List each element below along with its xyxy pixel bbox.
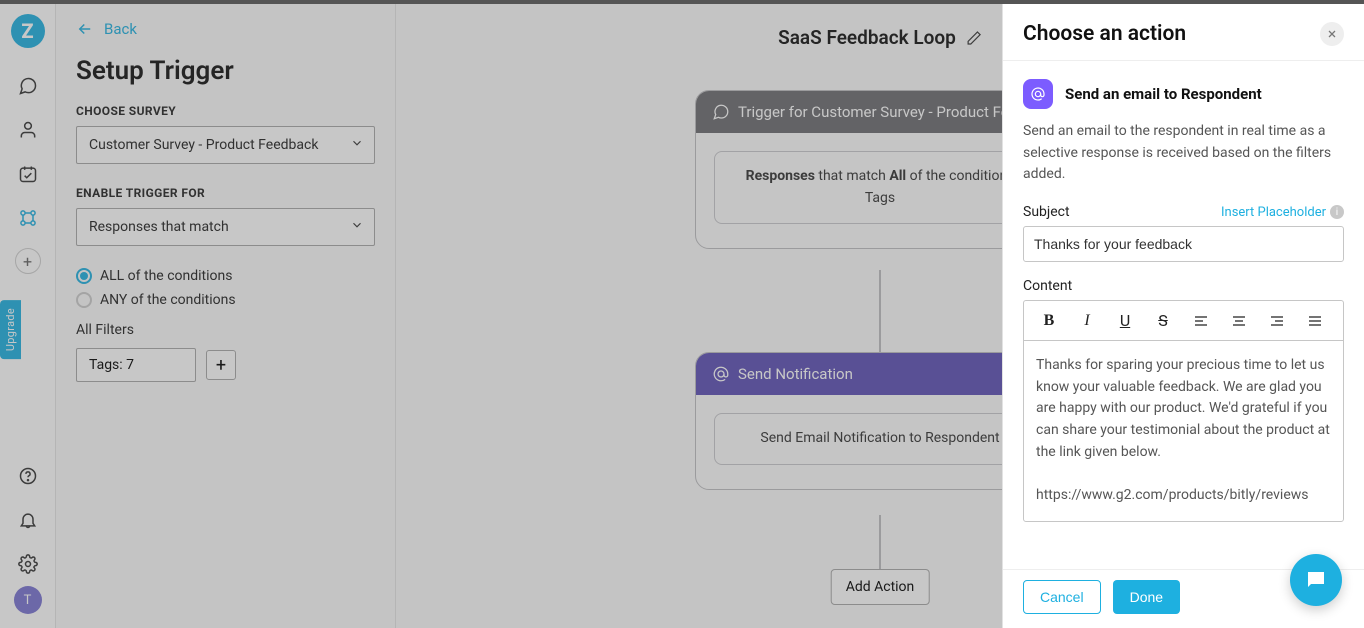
add-action-button[interactable]: Add Action: [831, 569, 930, 605]
help-icon: [18, 466, 38, 486]
setup-title: Setup Trigger: [76, 56, 375, 86]
editor-toolbar: B I U S: [1023, 300, 1344, 340]
add-filter-button[interactable]: +: [206, 350, 236, 380]
chat-icon: [18, 76, 38, 96]
italic-button[interactable]: I: [1068, 302, 1106, 340]
radio-any-conditions[interactable]: ANY of the conditions: [76, 292, 375, 308]
content-label: Content: [1023, 278, 1344, 294]
underline-button[interactable]: U: [1106, 302, 1144, 340]
survey-select-value: Customer Survey - Product Feedback: [89, 137, 318, 153]
setup-panel: Back Setup Trigger CHOOSE SURVEY Custome…: [56, 4, 396, 628]
edit-icon[interactable]: [966, 30, 982, 46]
trigger-node-title: Trigger for Customer Survey - Product Fe…: [738, 103, 1025, 121]
insert-placeholder-link[interactable]: Insert Placeholder i: [1221, 205, 1344, 220]
nav-add[interactable]: +: [15, 248, 41, 274]
bell-icon: [18, 510, 38, 530]
calendar-check-icon: [18, 164, 38, 184]
app-logo: Z: [11, 14, 45, 48]
at-icon: [1023, 79, 1053, 109]
align-right-button[interactable]: [1258, 302, 1296, 340]
workflow-title: SaaS Feedback Loop: [778, 26, 956, 49]
action-name: Send an email to Respondent: [1065, 85, 1262, 103]
nav-settings[interactable]: [8, 544, 48, 584]
connector-line: [879, 515, 881, 569]
action-description: Send an email to the respondent in real …: [1023, 121, 1344, 186]
trigger-node-body: Responses that match All of the conditio…: [714, 151, 1046, 224]
action-node-title: Send Notification: [738, 365, 853, 383]
workflow-title-row: SaaS Feedback Loop: [778, 26, 982, 49]
nav-calendar[interactable]: [8, 154, 48, 194]
nav-notifications[interactable]: [8, 500, 48, 540]
radio-all-label: ALL of the conditions: [100, 268, 232, 284]
nav-contacts[interactable]: [8, 110, 48, 150]
info-icon: i: [1330, 205, 1344, 219]
user-icon: [18, 120, 38, 140]
align-center-button[interactable]: [1220, 302, 1258, 340]
cancel-button[interactable]: Cancel: [1023, 580, 1101, 614]
workflow-icon: [18, 208, 38, 228]
upgrade-tab[interactable]: Upgrade: [0, 300, 21, 359]
gear-icon: [18, 554, 38, 574]
trigger-match-value: Responses that match: [89, 219, 229, 235]
close-icon: [1326, 28, 1338, 40]
back-label: Back: [104, 20, 137, 38]
chevron-down-icon: [350, 218, 364, 236]
all-filters-label: All Filters: [76, 322, 375, 338]
chevron-down-icon: [350, 136, 364, 154]
chat-bubble-icon: [1304, 568, 1328, 592]
action-drawer: Choose an action Send an email to Respon…: [1002, 4, 1364, 628]
at-icon: [712, 365, 730, 383]
enable-trigger-label: ENABLE TRIGGER FOR: [76, 186, 375, 200]
radio-all-conditions[interactable]: ALL of the conditions: [76, 268, 375, 284]
chat-icon: [712, 103, 730, 121]
back-button[interactable]: Back: [76, 20, 375, 38]
subject-label: Subject: [1023, 204, 1070, 220]
arrow-left-icon: [76, 20, 94, 38]
filter-tag[interactable]: Tags: 7: [76, 348, 196, 382]
subject-input[interactable]: [1023, 226, 1344, 262]
strikethrough-button[interactable]: S: [1144, 302, 1182, 340]
align-left-button[interactable]: [1182, 302, 1220, 340]
drawer-title: Choose an action: [1023, 22, 1186, 46]
align-justify-button[interactable]: [1296, 302, 1334, 340]
action-node-body: Send Email Notification to Respondent: [714, 413, 1046, 465]
intercom-launcher[interactable]: [1290, 554, 1342, 606]
bold-button[interactable]: B: [1030, 302, 1068, 340]
close-button[interactable]: [1320, 22, 1344, 46]
user-avatar[interactable]: T: [14, 586, 42, 614]
nav-surveys[interactable]: [8, 66, 48, 106]
radio-icon: [76, 292, 92, 308]
content-editor[interactable]: Thanks for sparing your precious time to…: [1023, 340, 1344, 522]
radio-icon: [76, 268, 92, 284]
choose-survey-label: CHOOSE SURVEY: [76, 104, 375, 118]
done-button[interactable]: Done: [1113, 580, 1180, 614]
nav-help[interactable]: [8, 456, 48, 496]
connector-line: [879, 270, 881, 352]
radio-any-label: ANY of the conditions: [100, 292, 236, 308]
trigger-match-select[interactable]: Responses that match: [76, 208, 375, 246]
survey-select[interactable]: Customer Survey - Product Feedback: [76, 126, 375, 164]
nav-workflows[interactable]: [8, 198, 48, 238]
